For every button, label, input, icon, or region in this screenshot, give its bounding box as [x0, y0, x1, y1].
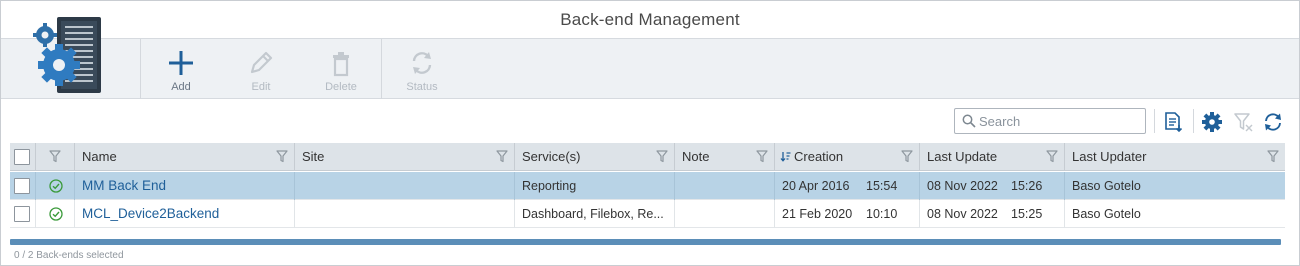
header-name-label: Name: [82, 149, 117, 164]
title-bar: Back-end Management: [1, 1, 1299, 39]
filter-icon[interactable]: [901, 150, 913, 163]
filter-icon[interactable]: [1046, 150, 1058, 163]
search-icon: [962, 114, 976, 128]
row-name-link[interactable]: MCL_Device2Backend: [82, 206, 219, 221]
row-services-cell: Reporting: [515, 172, 675, 200]
sort-descending-icon: [780, 152, 791, 162]
filter-icon[interactable]: [276, 150, 288, 163]
header-status: [36, 143, 75, 171]
clear-filter-icon[interactable]: [1232, 111, 1254, 133]
row-status-cell: [36, 200, 75, 228]
filter-icon[interactable]: [756, 150, 768, 163]
row-last-update-date: 08 Nov 2022: [927, 179, 998, 193]
plus-icon: [169, 51, 193, 75]
header-creation-label: Creation: [794, 149, 844, 164]
pencil-icon: [250, 51, 273, 74]
back-end-management-window: Back-end Management Add Edit Delete Stat…: [0, 0, 1300, 266]
table-row[interactable]: MCL_Device2Backend Dashboard, Filebox, R…: [10, 200, 1285, 228]
row-last-updater-cell: Baso Gotelo: [1065, 200, 1285, 228]
row-note-cell: [675, 172, 775, 200]
row-last-updater-cell: Baso Gotelo: [1065, 172, 1285, 200]
row-last-updater: Baso Gotelo: [1072, 207, 1141, 221]
header-site[interactable]: Site: [295, 143, 515, 171]
row-last-update-cell: 08 Nov 2022 15:26: [920, 172, 1065, 200]
toolbar-separator: [1193, 109, 1194, 133]
row-status-cell: [36, 172, 75, 200]
status-button-label: Status: [406, 81, 438, 93]
gear-icon[interactable]: [1201, 111, 1223, 133]
trash-icon: [333, 52, 349, 77]
row-services-cell: Dashboard, Filebox, Re...: [515, 200, 675, 228]
grid-header: Name Site Service(s) Note Creation Last …: [10, 143, 1285, 171]
row-checkbox[interactable]: [14, 178, 30, 194]
selection-status: 0 / 2 Back-ends selected: [14, 250, 124, 261]
header-services-label: Service(s): [522, 149, 581, 164]
header-last-update-label: Last Update: [927, 149, 998, 164]
toolbar-separator: [1154, 109, 1155, 133]
row-creation-date: 20 Apr 2016: [782, 179, 850, 193]
horizontal-scrollbar[interactable]: [10, 239, 1281, 245]
filter-icon[interactable]: [656, 150, 668, 163]
grid-toolbar: [1, 99, 1299, 143]
row-checkbox[interactable]: [14, 206, 30, 222]
row-creation-cell: 21 Feb 2020 10:10: [775, 200, 920, 228]
row-creation-date: 21 Feb 2020: [782, 207, 853, 221]
row-name-cell: MCL_Device2Backend: [75, 200, 295, 228]
row-select-cell: [10, 200, 36, 228]
filter-icon[interactable]: [49, 150, 61, 163]
select-all-checkbox[interactable]: [14, 149, 30, 165]
status-button[interactable]: Status: [382, 39, 462, 99]
filter-icon[interactable]: [1267, 150, 1279, 163]
table-row[interactable]: MM Back End Reporting 20 Apr 2016 15:54 …: [10, 172, 1285, 200]
row-site-cell: [295, 200, 515, 228]
row-services: Dashboard, Filebox, Re...: [522, 207, 664, 221]
header-last-updater-label: Last Updater: [1072, 149, 1147, 164]
header-note-label: Note: [682, 149, 710, 164]
search-box: [954, 108, 1146, 134]
row-last-update-date: 08 Nov 2022: [927, 207, 998, 221]
row-name-link[interactable]: MM Back End: [82, 178, 166, 193]
search-input[interactable]: [979, 112, 1139, 130]
header-services[interactable]: Service(s): [515, 143, 675, 171]
check-circle-icon: [49, 179, 63, 193]
add-button[interactable]: Add: [141, 39, 221, 99]
refresh-icon[interactable]: [1262, 111, 1284, 133]
row-note-cell: [675, 200, 775, 228]
check-circle-icon: [49, 207, 63, 221]
delete-button-label: Delete: [325, 81, 357, 93]
header-name[interactable]: Name: [75, 143, 295, 171]
header-site-label: Site: [302, 149, 325, 164]
server-gear-icon: [33, 17, 101, 93]
window-title: Back-end Management: [560, 10, 740, 29]
header-creation[interactable]: Creation: [775, 143, 920, 171]
export-list-icon[interactable]: [1162, 111, 1184, 133]
row-last-update-time: 15:26: [1011, 179, 1043, 193]
header-last-update[interactable]: Last Update: [920, 143, 1065, 171]
row-creation-time: 10:10: [866, 207, 898, 221]
header-select-all: [10, 143, 36, 171]
filter-icon[interactable]: [496, 150, 508, 163]
row-creation-cell: 20 Apr 2016 15:54: [775, 172, 920, 200]
row-select-cell: [10, 172, 36, 200]
row-last-update-cell: 08 Nov 2022 15:25: [920, 200, 1065, 228]
cycle-icon: [412, 52, 432, 74]
ribbon-toolbar: Add Edit Delete Status: [1, 17, 1299, 99]
edit-button[interactable]: Edit: [221, 39, 301, 99]
edit-button-label: Edit: [251, 81, 271, 93]
row-last-update-time: 15:25: [1011, 207, 1043, 221]
row-site-cell: [295, 172, 515, 200]
header-note[interactable]: Note: [675, 143, 775, 171]
header-last-updater[interactable]: Last Updater: [1065, 143, 1285, 171]
delete-button[interactable]: Delete: [301, 39, 381, 99]
row-creation-time: 15:54: [866, 179, 898, 193]
row-services: Reporting: [522, 179, 577, 193]
row-last-updater: Baso Gotelo: [1072, 179, 1141, 193]
row-name-cell: MM Back End: [75, 172, 295, 200]
add-button-label: Add: [171, 81, 191, 93]
